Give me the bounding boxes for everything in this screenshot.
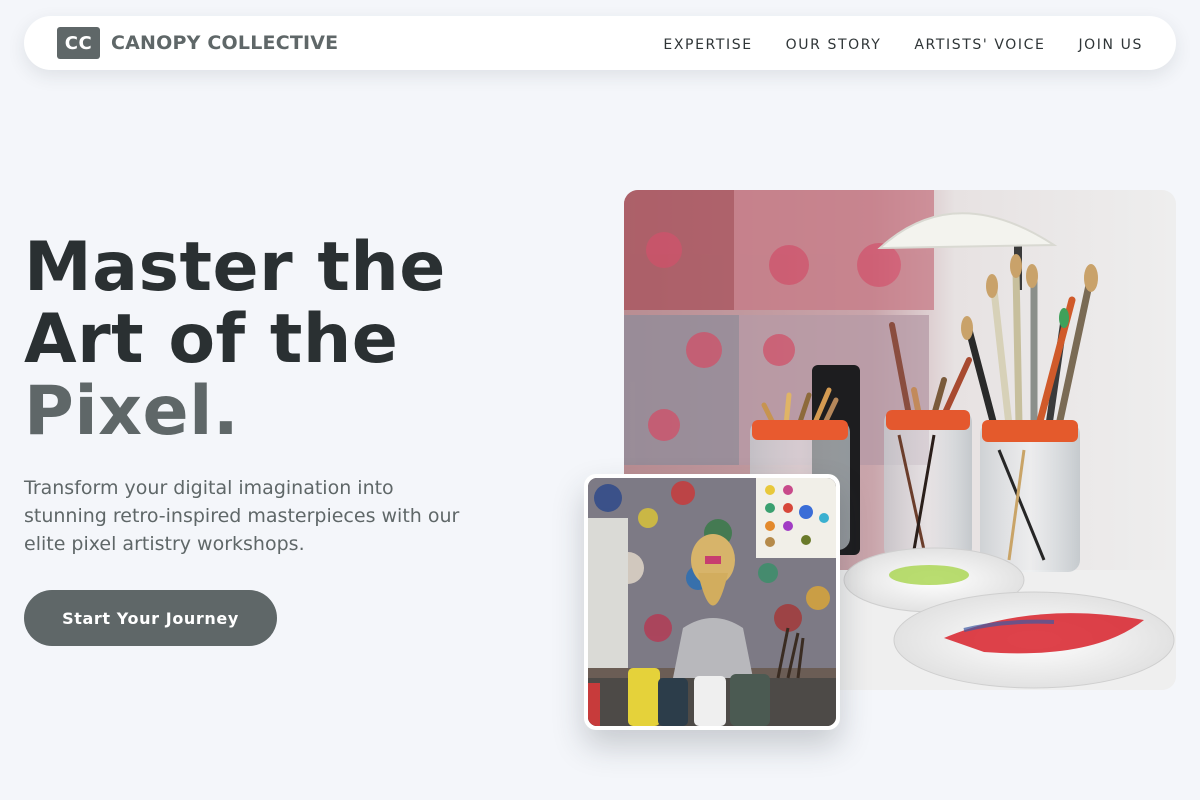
child-painting-image — [584, 474, 840, 730]
nav-item-expertise: EXPERTISE — [663, 34, 752, 53]
brand-name: CANOPY COLLECTIVE — [111, 32, 339, 54]
top-navbar: CC CANOPY COLLECTIVE EXPERTISE OUR STORY… — [24, 16, 1176, 70]
nav-menu: EXPERTISE OUR STORY ARTISTS' VOICE JOIN … — [663, 34, 1143, 53]
child-painting-photo-icon — [588, 478, 836, 726]
hero-title-accent: Pixel. — [24, 372, 240, 451]
hero-headline: Master the Art of the Pixel. — [24, 232, 544, 448]
nav-link-artists-voice[interactable]: ARTISTS' VOICE — [914, 37, 1045, 53]
nav-item-our-story: OUR STORY — [786, 34, 882, 53]
nav-item-artists-voice: ARTISTS' VOICE — [914, 34, 1045, 53]
hero-subtitle: Transform your digital imagination into … — [24, 477, 460, 555]
logo-badge: CC — [57, 27, 100, 59]
start-journey-button[interactable]: Start Your Journey — [24, 590, 277, 646]
nav-link-join-us[interactable]: JOIN US — [1078, 37, 1143, 53]
nav-link-our-story[interactable]: OUR STORY — [786, 37, 882, 53]
brand-home-link[interactable]: CC CANOPY COLLECTIVE — [57, 27, 338, 59]
child-painting-frame — [588, 478, 836, 726]
hero-title-line-1: Master the — [24, 228, 446, 307]
nav-link-expertise[interactable]: EXPERTISE — [663, 37, 752, 53]
hero-title-line-2: Art of the — [24, 300, 399, 379]
nav-item-join-us: JOIN US — [1078, 34, 1143, 53]
